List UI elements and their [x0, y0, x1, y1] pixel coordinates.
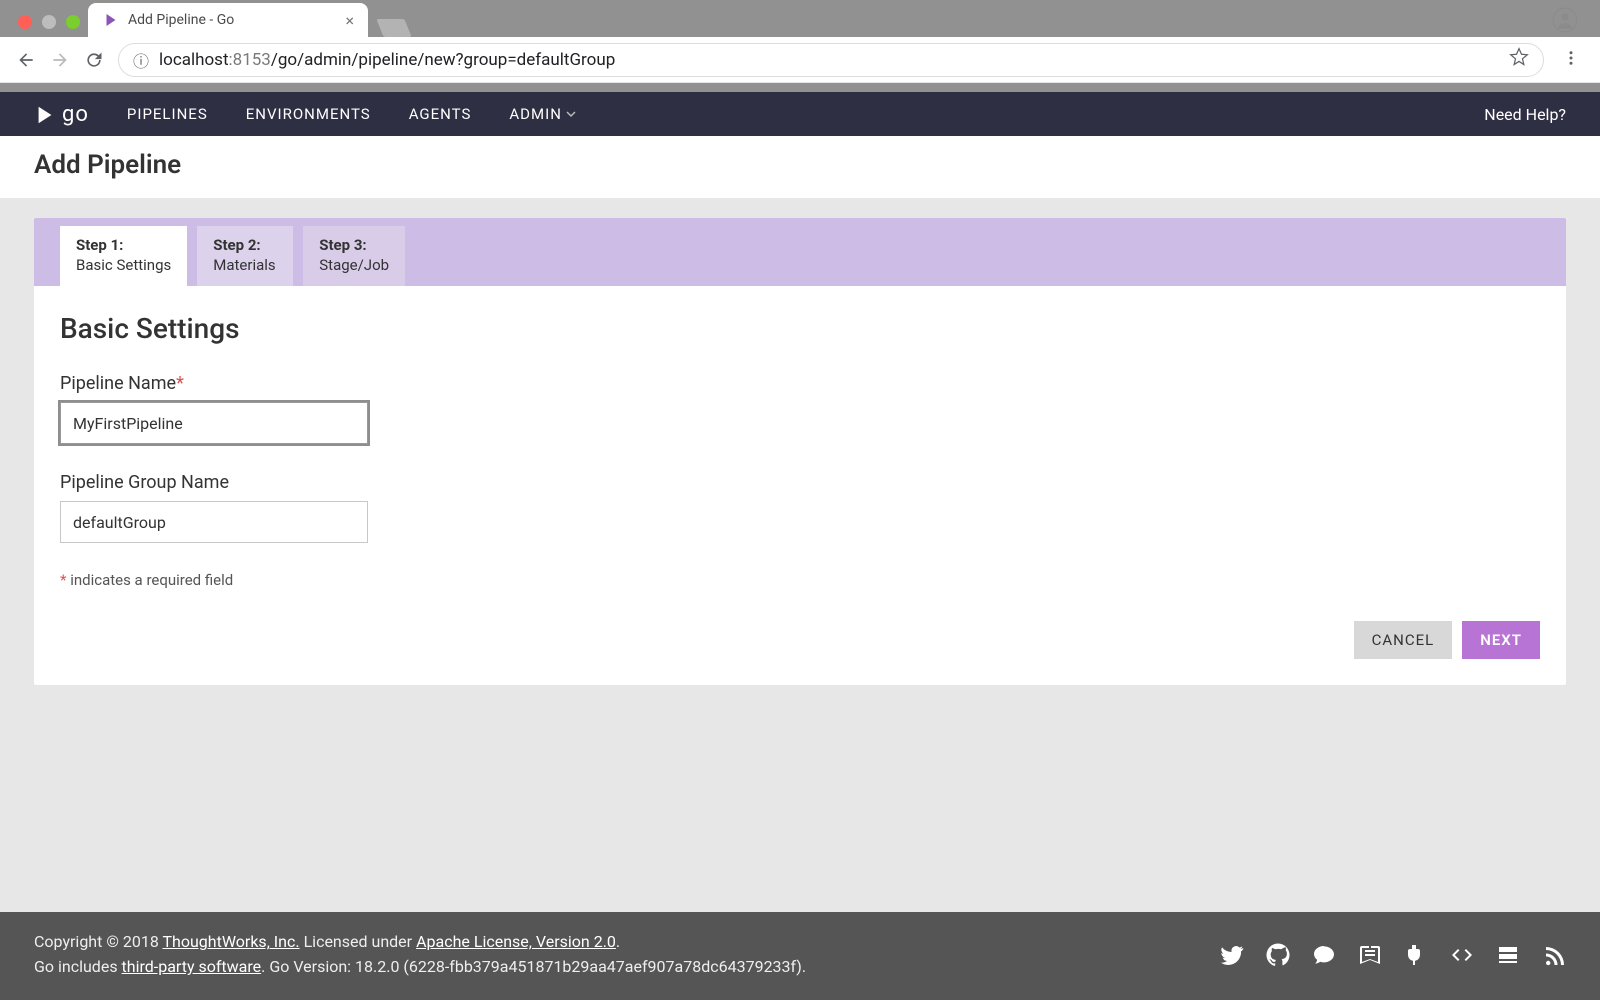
help-link[interactable]: Need Help?: [1484, 105, 1566, 124]
nav-pipelines[interactable]: PIPELINES: [127, 105, 208, 123]
wizard-heading: Basic Settings: [60, 312, 1540, 345]
app-nav: go PIPELINES ENVIRONMENTS AGENTS ADMIN N…: [0, 92, 1600, 136]
chevron-down-icon: [566, 109, 576, 119]
bookmark-icon[interactable]: [1509, 47, 1529, 72]
server-icon[interactable]: [1496, 943, 1520, 967]
wizard-tab-materials[interactable]: Step 2: Materials: [197, 226, 293, 286]
profile-icon[interactable]: [1552, 7, 1578, 37]
plugin-icon[interactable]: [1404, 943, 1428, 967]
wizard-tab-step: Step 1:: [76, 236, 171, 254]
nav-agents[interactable]: AGENTS: [409, 105, 472, 123]
footer-line-2: Go includes third-party software. Go Ver…: [34, 955, 806, 980]
wizard-tabs: Step 1: Basic Settings Step 2: Materials…: [34, 218, 1566, 286]
pipeline-name-input[interactable]: [60, 402, 368, 444]
browser-tab[interactable]: Add Pipeline - Go ×: [88, 3, 368, 37]
chat-icon[interactable]: [1312, 943, 1336, 967]
rss-icon[interactable]: [1542, 943, 1566, 967]
tab-close-icon[interactable]: ×: [345, 11, 354, 30]
pipeline-group-name-input[interactable]: [60, 501, 368, 543]
wizard-tab-step: Step 2:: [213, 236, 277, 254]
wizard-tab-step: Step 3:: [319, 236, 389, 254]
wizard-tab-label: Basic Settings: [76, 256, 171, 274]
browser-toolbar: ⓘ localhost:8153/go/admin/pipeline/new?g…: [0, 37, 1600, 83]
browser-menu-icon[interactable]: [1558, 49, 1584, 71]
required-note: * indicates a required field: [60, 571, 1540, 589]
favicon-icon: [102, 11, 120, 29]
new-tab-button[interactable]: [376, 19, 411, 37]
forward-button[interactable]: [50, 50, 70, 70]
nav-admin[interactable]: ADMIN: [509, 105, 576, 123]
apache-license-link[interactable]: Apache License, Version 2.0: [416, 932, 616, 951]
pipeline-group-name-label: Pipeline Group Name: [60, 472, 1540, 493]
app-logo-text: go: [62, 102, 89, 127]
address-bar[interactable]: ⓘ localhost:8153/go/admin/pipeline/new?g…: [118, 43, 1544, 77]
wizard-tab-basic-settings[interactable]: Step 1: Basic Settings: [60, 226, 187, 286]
wizard-tab-label: Stage/Job: [319, 256, 389, 274]
wizard-tab-stage-job[interactable]: Step 3: Stage/Job: [303, 226, 405, 286]
url-text: localhost:8153/go/admin/pipeline/new?gro…: [159, 50, 615, 70]
nav-environments[interactable]: ENVIRONMENTS: [246, 105, 371, 123]
app-logo[interactable]: go: [34, 102, 89, 127]
required-star: *: [176, 373, 184, 394]
back-button[interactable]: [16, 50, 36, 70]
site-info-icon[interactable]: ⓘ: [133, 48, 149, 72]
github-icon[interactable]: [1266, 943, 1290, 967]
api-icon[interactable]: [1450, 943, 1474, 967]
third-party-link[interactable]: third-party software: [122, 957, 262, 976]
pipeline-name-label: Pipeline Name*: [60, 373, 1540, 394]
wizard-tab-label: Materials: [213, 256, 275, 274]
reload-button[interactable]: [84, 50, 104, 70]
cancel-button[interactable]: CANCEL: [1354, 621, 1453, 659]
docs-icon[interactable]: [1358, 943, 1382, 967]
footer-line-1: Copyright © 2018 ThoughtWorks, Inc. Lice…: [34, 930, 806, 955]
next-button[interactable]: NEXT: [1462, 621, 1540, 659]
thoughtworks-link[interactable]: ThoughtWorks, Inc.: [162, 932, 299, 951]
twitter-icon[interactable]: [1220, 943, 1244, 967]
browser-tab-title: Add Pipeline - Go: [128, 12, 337, 28]
nav-admin-label: ADMIN: [509, 105, 562, 123]
page-title: Add Pipeline: [34, 150, 1566, 180]
footer: Copyright © 2018 ThoughtWorks, Inc. Lice…: [0, 912, 1600, 1000]
